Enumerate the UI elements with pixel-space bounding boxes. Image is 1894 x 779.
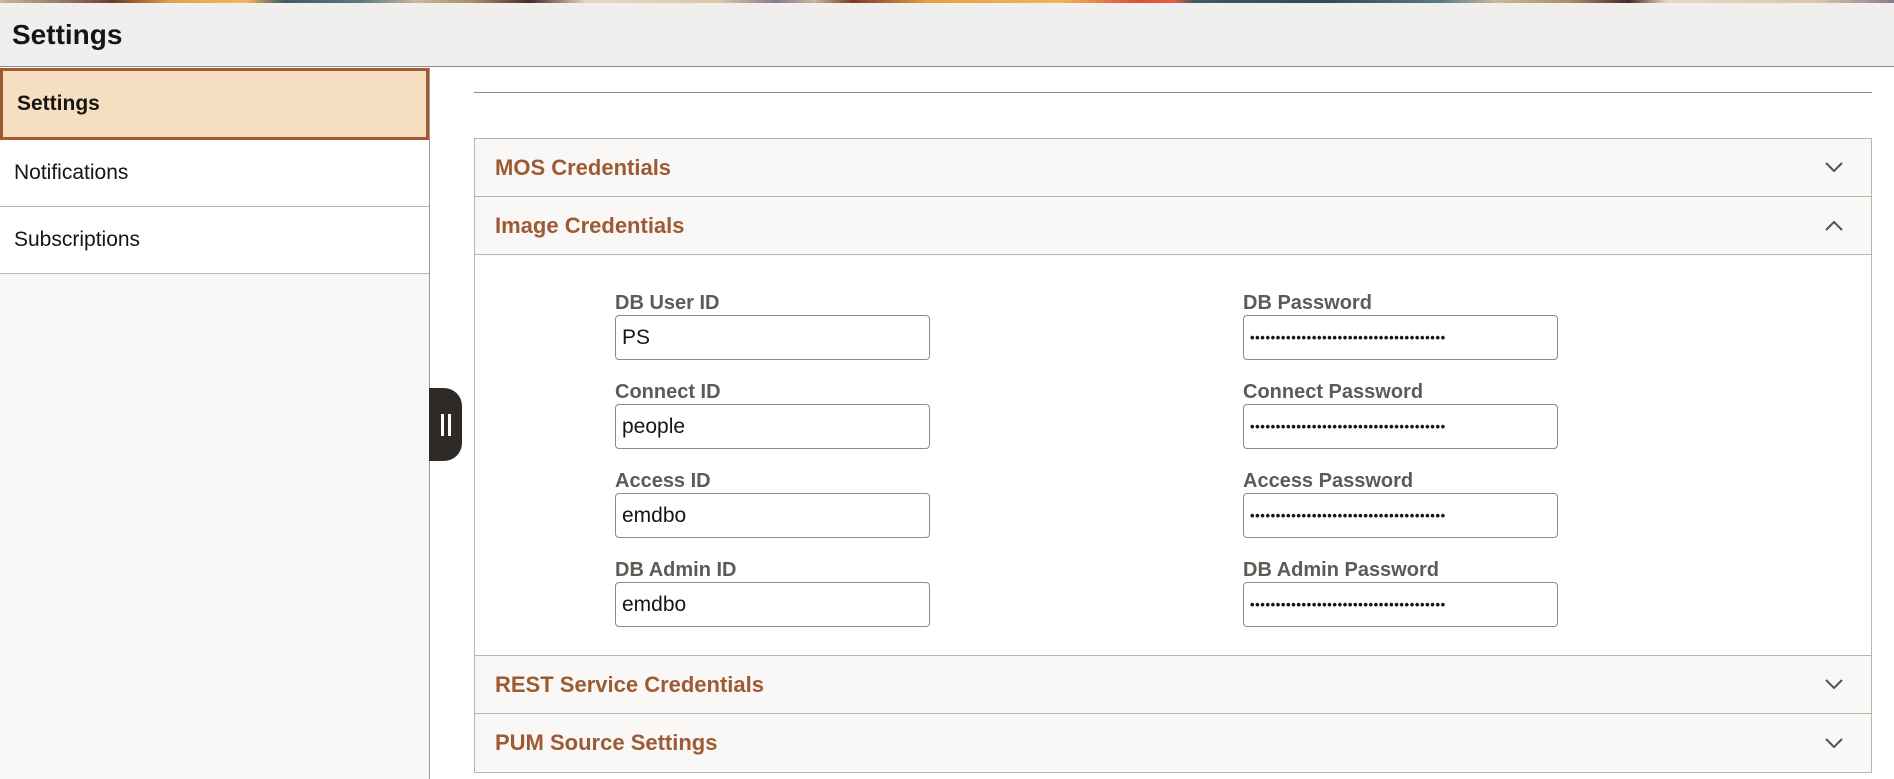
db-user-id-field: DB User ID [615, 291, 930, 360]
page-title: Settings [12, 19, 123, 50]
section-title: PUM Source Settings [495, 730, 718, 755]
access-id-label: Access ID [615, 470, 711, 492]
sidebar-item-settings[interactable]: Settings [0, 68, 429, 140]
section-title: REST Service Credentials [495, 671, 765, 697]
content-divider [474, 92, 1872, 93]
db-admin-password-field: DB Admin Password [1243, 558, 1558, 627]
db-password-input[interactable] [1243, 315, 1558, 360]
sidebar-item-notifications[interactable]: Notifications [0, 140, 429, 207]
sidebar-item-subscriptions[interactable]: Subscriptions [0, 207, 429, 274]
pause-bars-icon [440, 413, 444, 436]
page-header: Settings [0, 3, 1894, 67]
access-password-input[interactable] [1243, 493, 1558, 538]
chevron-up-icon[interactable] [1824, 216, 1844, 236]
sidebar: Settings Notifications Subscriptions [0, 68, 430, 779]
access-id-field: Access ID [615, 469, 930, 538]
section-header-image-credentials[interactable]: Image Credentials [475, 197, 1871, 255]
connect-id-label: Connect ID [615, 381, 721, 403]
sidebar-collapse-handle[interactable] [429, 388, 462, 461]
credentials-accordion: MOS Credentials Image Credentials DB Use… [474, 138, 1872, 773]
pause-bars-icon [447, 413, 451, 436]
db-admin-password-input[interactable] [1243, 582, 1558, 627]
db-admin-password-label: DB Admin Password [1243, 559, 1439, 581]
db-admin-id-input[interactable] [615, 582, 930, 627]
sidebar-item-label: Settings [17, 92, 100, 115]
connect-id-field: Connect ID [615, 380, 930, 449]
connect-password-input[interactable] [1243, 404, 1558, 449]
db-password-label: DB Password [1243, 292, 1372, 314]
section-header-pum-source-settings[interactable]: PUM Source Settings [475, 714, 1871, 772]
connect-password-field: Connect Password [1243, 380, 1558, 449]
connect-password-label: Connect Password [1243, 381, 1424, 403]
db-admin-id-field: DB Admin ID [615, 558, 930, 627]
chevron-down-icon[interactable] [1824, 675, 1844, 695]
access-id-input[interactable] [615, 493, 930, 538]
db-user-id-input[interactable] [615, 315, 930, 360]
db-admin-id-label: DB Admin ID [615, 559, 737, 581]
access-password-label: Access Password [1243, 470, 1414, 492]
image-credentials-panel: DB User ID DB Password Connect ID Connec… [475, 255, 1871, 656]
section-header-mos-credentials[interactable]: MOS Credentials [475, 139, 1871, 197]
chevron-down-icon[interactable] [1824, 733, 1844, 753]
section-title: Image Credentials [495, 212, 685, 238]
sidebar-item-label: Subscriptions [14, 228, 141, 251]
db-user-id-label: DB User ID [615, 292, 720, 314]
section-title: MOS Credentials [495, 154, 672, 180]
sidebar-item-label: Notifications [14, 161, 129, 184]
access-password-field: Access Password [1243, 469, 1558, 538]
section-header-rest-service-credentials[interactable]: REST Service Credentials [475, 656, 1871, 714]
db-password-field: DB Password [1243, 291, 1558, 360]
chevron-down-icon[interactable] [1824, 158, 1844, 178]
connect-id-input[interactable] [615, 404, 930, 449]
